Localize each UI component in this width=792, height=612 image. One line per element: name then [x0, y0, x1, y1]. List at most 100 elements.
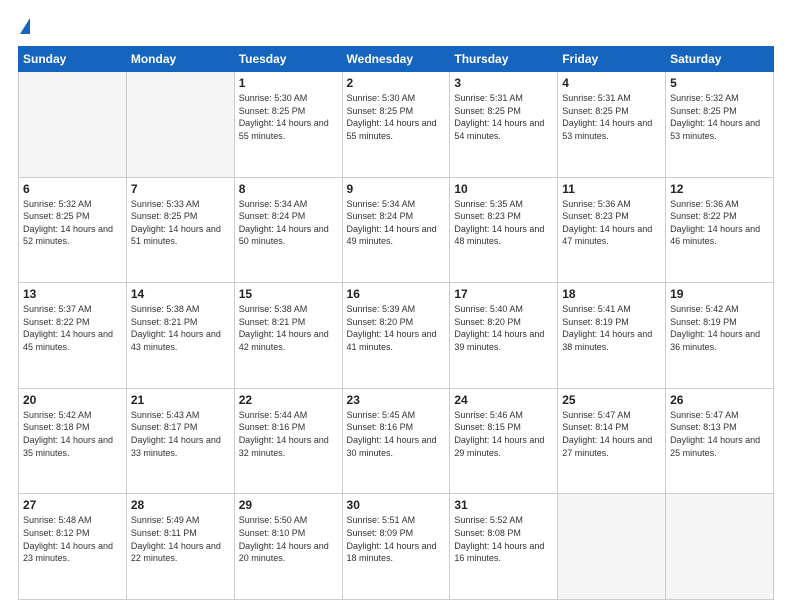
- calendar-cell: 30Sunrise: 5:51 AMSunset: 8:09 PMDayligh…: [342, 494, 450, 600]
- day-number: 11: [562, 182, 661, 196]
- calendar-cell: 3 Sunrise: 5:31 AMSunset: 8:25 PMDaylight…: [450, 72, 558, 178]
- weekday-header-monday: Monday: [126, 47, 234, 72]
- weekday-header-row: SundayMondayTuesdayWednesdayThursdayFrid…: [19, 47, 774, 72]
- day-info: Sunrise: 5:45 AMSunset: 8:16 PMDaylight:…: [347, 409, 446, 459]
- day-number: 3: [454, 76, 553, 90]
- day-number: 13: [23, 287, 122, 301]
- calendar-cell: 12 Sunrise: 5:36 AMSunset: 8:22 PMDayligh…: [666, 177, 774, 283]
- calendar-cell: [558, 494, 666, 600]
- page: SundayMondayTuesdayWednesdayThursdayFrid…: [0, 0, 792, 612]
- day-number: 31: [454, 498, 553, 512]
- day-info: Sunrise: 5:34 AMSunset: 8:24 PMDaylight:…: [239, 198, 338, 248]
- day-info: Sunrise: 5:41 AMSunset: 8:19 PMDaylight:…: [562, 303, 661, 353]
- day-number: 14: [131, 287, 230, 301]
- calendar-cell: 24 Sunrise: 5:46 AMSunset: 8:15 PMDayligh…: [450, 388, 558, 494]
- day-number: 22: [239, 393, 338, 407]
- calendar-cell: 29 Sunrise: 5:50 AMSunset: 8:10 PMDayligh…: [234, 494, 342, 600]
- weekday-header-friday: Friday: [558, 47, 666, 72]
- calendar-table: SundayMondayTuesdayWednesdayThursdayFrid…: [18, 46, 774, 600]
- day-number: 5: [670, 76, 769, 90]
- day-info: Sunrise: 5:47 AMSunset: 8:13 PMDaylight:…: [670, 409, 769, 459]
- day-info: Sunrise: 5:50 AMSunset: 8:10 PMDaylight:…: [239, 514, 338, 564]
- calendar-cell: 27Sunrise: 5:48 AMSunset: 8:12 PMDayligh…: [19, 494, 127, 600]
- day-info: Sunrise: 5:37 AMSunset: 8:22 PMDaylight:…: [23, 303, 122, 353]
- weekday-header-saturday: Saturday: [666, 47, 774, 72]
- calendar-cell: 17Sunrise: 5:40 AMSunset: 8:20 PMDayligh…: [450, 283, 558, 389]
- day-number: 19: [670, 287, 769, 301]
- day-info: Sunrise: 5:46 AMSunset: 8:15 PMDaylight:…: [454, 409, 553, 459]
- weekday-header-sunday: Sunday: [19, 47, 127, 72]
- day-info: Sunrise: 5:47 AMSunset: 8:14 PMDaylight:…: [562, 409, 661, 459]
- day-info: Sunrise: 5:52 AMSunset: 8:08 PMDaylight:…: [454, 514, 553, 564]
- weekday-header-tuesday: Tuesday: [234, 47, 342, 72]
- day-info: Sunrise: 5:30 AMSunset: 8:25 PMDaylight:…: [239, 92, 338, 142]
- calendar-cell: 8 Sunrise: 5:34 AMSunset: 8:24 PMDaylight…: [234, 177, 342, 283]
- calendar-cell: 9 Sunrise: 5:34 AMSunset: 8:24 PMDaylight…: [342, 177, 450, 283]
- calendar-cell: 21Sunrise: 5:43 AMSunset: 8:17 PMDayligh…: [126, 388, 234, 494]
- week-row-2: 6Sunrise: 5:32 AMSunset: 8:25 PMDaylight…: [19, 177, 774, 283]
- day-number: 18: [562, 287, 661, 301]
- calendar-cell: 26Sunrise: 5:47 AMSunset: 8:13 PMDayligh…: [666, 388, 774, 494]
- calendar-cell: 1Sunrise: 5:30 AMSunset: 8:25 PMDaylight…: [234, 72, 342, 178]
- day-number: 24: [454, 393, 553, 407]
- day-number: 21: [131, 393, 230, 407]
- day-number: 10: [454, 182, 553, 196]
- calendar-cell: 23Sunrise: 5:45 AMSunset: 8:16 PMDayligh…: [342, 388, 450, 494]
- day-info: Sunrise: 5:42 AMSunset: 8:19 PMDaylight:…: [670, 303, 769, 353]
- day-info: Sunrise: 5:40 AMSunset: 8:20 PMDaylight:…: [454, 303, 553, 353]
- header: [18, 18, 774, 36]
- day-info: Sunrise: 5:32 AMSunset: 8:25 PMDaylight:…: [670, 92, 769, 142]
- weekday-header-wednesday: Wednesday: [342, 47, 450, 72]
- day-info: Sunrise: 5:35 AMSunset: 8:23 PMDaylight:…: [454, 198, 553, 248]
- week-row-5: 27Sunrise: 5:48 AMSunset: 8:12 PMDayligh…: [19, 494, 774, 600]
- calendar-cell: 2 Sunrise: 5:30 AMSunset: 8:25 PMDaylight…: [342, 72, 450, 178]
- day-number: 20: [23, 393, 122, 407]
- day-info: Sunrise: 5:36 AMSunset: 8:22 PMDaylight:…: [670, 198, 769, 248]
- calendar-cell: 6Sunrise: 5:32 AMSunset: 8:25 PMDaylight…: [19, 177, 127, 283]
- day-number: 7: [131, 182, 230, 196]
- day-number: 12: [670, 182, 769, 196]
- day-number: 9: [347, 182, 446, 196]
- day-number: 4: [562, 76, 661, 90]
- calendar-cell: 28 Sunrise: 5:49 AMSunset: 8:11 PMDayligh…: [126, 494, 234, 600]
- calendar-cell: 18 Sunrise: 5:41 AMSunset: 8:19 PMDayligh…: [558, 283, 666, 389]
- calendar-cell: 16 Sunrise: 5:39 AMSunset: 8:20 PMDayligh…: [342, 283, 450, 389]
- day-info: Sunrise: 5:30 AMSunset: 8:25 PMDaylight:…: [347, 92, 446, 142]
- calendar-cell: 19 Sunrise: 5:42 AMSunset: 8:19 PMDayligh…: [666, 283, 774, 389]
- day-info: Sunrise: 5:44 AMSunset: 8:16 PMDaylight:…: [239, 409, 338, 459]
- day-number: 30: [347, 498, 446, 512]
- day-info: Sunrise: 5:42 AMSunset: 8:18 PMDaylight:…: [23, 409, 122, 459]
- day-info: Sunrise: 5:38 AMSunset: 8:21 PMDaylight:…: [239, 303, 338, 353]
- day-info: Sunrise: 5:49 AMSunset: 8:11 PMDaylight:…: [131, 514, 230, 564]
- day-info: Sunrise: 5:36 AMSunset: 8:23 PMDaylight:…: [562, 198, 661, 248]
- calendar-cell: 20 Sunrise: 5:42 AMSunset: 8:18 PMDayligh…: [19, 388, 127, 494]
- day-info: Sunrise: 5:34 AMSunset: 8:24 PMDaylight:…: [347, 198, 446, 248]
- day-number: 25: [562, 393, 661, 407]
- day-number: 8: [239, 182, 338, 196]
- logo-triangle-icon: [20, 18, 30, 34]
- day-info: Sunrise: 5:31 AMSunset: 8:25 PMDaylight:…: [454, 92, 553, 142]
- day-number: 16: [347, 287, 446, 301]
- calendar-cell: 11 Sunrise: 5:36 AMSunset: 8:23 PMDayligh…: [558, 177, 666, 283]
- day-number: 27: [23, 498, 122, 512]
- calendar-cell: [666, 494, 774, 600]
- day-info: Sunrise: 5:31 AMSunset: 8:25 PMDaylight:…: [562, 92, 661, 142]
- calendar-cell: 4 Sunrise: 5:31 AMSunset: 8:25 PMDaylight…: [558, 72, 666, 178]
- calendar-cell: 7 Sunrise: 5:33 AMSunset: 8:25 PMDaylight…: [126, 177, 234, 283]
- calendar-cell: 14 Sunrise: 5:38 AMSunset: 8:21 PMDayligh…: [126, 283, 234, 389]
- day-info: Sunrise: 5:39 AMSunset: 8:20 PMDaylight:…: [347, 303, 446, 353]
- calendar-cell: 10 Sunrise: 5:35 AMSunset: 8:23 PMDayligh…: [450, 177, 558, 283]
- calendar-cell: [126, 72, 234, 178]
- day-info: Sunrise: 5:33 AMSunset: 8:25 PMDaylight:…: [131, 198, 230, 248]
- day-number: 2: [347, 76, 446, 90]
- day-info: Sunrise: 5:32 AMSunset: 8:25 PMDaylight:…: [23, 198, 122, 248]
- day-number: 28: [131, 498, 230, 512]
- day-number: 29: [239, 498, 338, 512]
- calendar-cell: 31 Sunrise: 5:52 AMSunset: 8:08 PMDayligh…: [450, 494, 558, 600]
- calendar-cell: 22 Sunrise: 5:44 AMSunset: 8:16 PMDayligh…: [234, 388, 342, 494]
- week-row-4: 20 Sunrise: 5:42 AMSunset: 8:18 PMDayligh…: [19, 388, 774, 494]
- weekday-header-thursday: Thursday: [450, 47, 558, 72]
- day-info: Sunrise: 5:38 AMSunset: 8:21 PMDaylight:…: [131, 303, 230, 353]
- calendar-cell: 25 Sunrise: 5:47 AMSunset: 8:14 PMDayligh…: [558, 388, 666, 494]
- week-row-1: 1Sunrise: 5:30 AMSunset: 8:25 PMDaylight…: [19, 72, 774, 178]
